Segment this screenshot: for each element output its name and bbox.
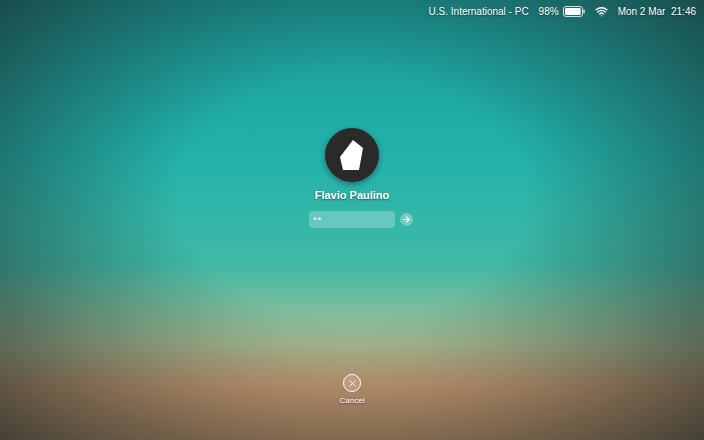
login-panel: Flavio Paulino •• [0,22,704,228]
input-source[interactable]: U.S. International - PC [429,4,529,19]
lock-screen: U.S. International - PC 98% Mon 2 Mar 21:4… [0,0,704,440]
arrow-right-icon [402,215,411,224]
avatar-icon [339,139,365,171]
menu-bar: U.S. International - PC 98% Mon 2 Mar 21:4… [0,0,704,22]
clock[interactable]: Mon 2 Mar 21:46 [618,4,696,19]
cancel-icon [347,378,358,389]
wifi-icon[interactable] [595,5,608,18]
submit-button[interactable] [400,213,413,226]
user-avatar[interactable] [325,128,379,182]
battery-status[interactable]: 98% [539,4,585,19]
password-field[interactable]: •• [309,211,395,228]
cancel-button[interactable]: Cancel [0,374,704,440]
battery-icon [563,6,585,17]
user-name: Flavio Paulino [315,188,390,202]
